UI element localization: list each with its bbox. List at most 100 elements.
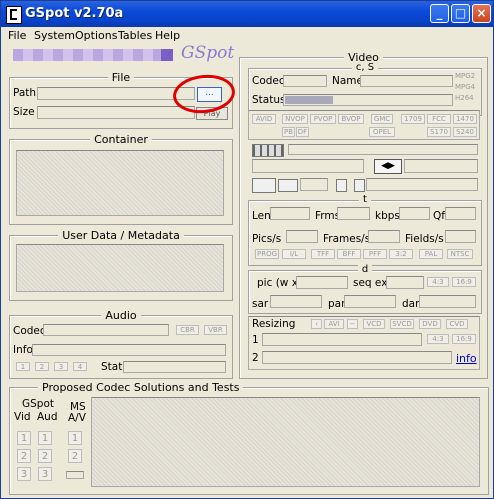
proposed-group: Proposed Codec Solutions and Tests GSpot… [9,381,489,495]
path-field[interactable] [37,87,195,100]
frames-label: Frames/s [323,233,371,245]
resize-dvd[interactable]: DVD [419,319,441,329]
video-cs-title: c, S [351,62,379,73]
flag-avid: AVID [252,114,276,124]
av-column-label: A/V [68,412,86,424]
path-label: Path [13,87,37,99]
gspot-vid-3[interactable]: 3 [17,467,31,481]
info-link[interactable]: info [456,352,477,365]
vid-column-label: Vid [14,411,31,423]
flag-gmc: GMC [371,114,393,124]
video-status-bar [285,96,333,104]
audio-codec-label: Codec [13,325,46,337]
ms-av-3-slot [66,471,84,479]
flag-s240: S240 [453,127,477,137]
frame-i2-icon [354,179,365,192]
dar-field [419,295,476,308]
flag-prog: PROG [255,249,279,259]
flag-1709: 1709 [401,114,425,124]
fields-label: Fields/s [405,233,444,245]
userdata-group: User Data / Metadata [9,229,233,301]
resize-svcd[interactable]: SVCD [390,319,414,329]
resize-cvd[interactable]: CVD [446,319,468,329]
audio-group-title: Audio [101,309,141,322]
flag-ntsc: NTSC [447,249,473,259]
gspot-aud-2[interactable]: 2 [38,449,52,463]
maximize-icon: □ [454,6,467,20]
audio-channel-4[interactable]: 4 [73,362,87,371]
gspot-vid-1[interactable]: 1 [17,431,31,445]
menu-system[interactable]: System [34,29,75,42]
audio-channel-3[interactable]: 3 [54,362,68,371]
flag-fcc: FCC [427,114,451,124]
video-cs-subgroup: c, S Codec Name MPG2 MPG4 H264 Status [248,62,482,116]
container-group-title: Container [90,133,152,146]
frame-right-field [404,159,478,173]
codec-type-h264: H264 [455,94,474,102]
flag-1470: 1470 [453,114,477,124]
resize-prev-button[interactable]: ‹ [311,319,322,329]
len-label: Len [252,210,271,222]
gspot-column-label: GSpot [22,398,55,410]
maximize-button[interactable]: □ [451,4,470,23]
resize-minus-button[interactable]: − [347,319,358,329]
qf-field [445,207,476,220]
gspot-logo: GSpot [181,43,235,63]
close-icon: × [476,6,487,20]
title-bar[interactable]: GSpot v2.70a _ □ × [1,1,493,27]
flag-32: 3:2 [389,249,413,259]
resize-avi[interactable]: AVI [324,319,344,329]
window-title: GSpot v2.70a [25,6,124,21]
pics-label: Pics/s [252,233,282,245]
par-field [344,295,396,308]
audio-channel-2[interactable]: 2 [35,362,49,371]
swap-icon[interactable]: ◀▶ [374,159,402,174]
frame-left-field [252,159,364,173]
flag-pff: PFF [363,249,387,259]
resize-aspect-4-3: 4:3 [427,334,449,344]
proposed-group-title: Proposed Codec Solutions and Tests [38,381,244,394]
minimize-button[interactable]: _ [430,4,449,23]
resize-row1-field [262,333,422,346]
audio-info-label: Info [13,344,33,356]
pics-field [286,230,318,243]
menu-tables[interactable]: Tables [118,29,152,42]
sar-label: sar [252,298,269,310]
video-name-field [360,75,453,87]
ms-av-1[interactable]: 1 [68,431,82,445]
seqext-field [386,276,424,289]
flag-nvop: NVOP [282,114,308,124]
menu-file[interactable]: File [8,29,26,42]
container-group: Container [9,133,233,225]
gspot-aud-1[interactable]: 1 [38,431,52,445]
audio-channel-1[interactable]: 1 [16,362,30,371]
flag-pvop: PVOP [310,114,336,124]
video-t-title: t [359,194,371,205]
menu-help[interactable]: Help [155,29,180,42]
resize-aspect-16-9: 16:9 [452,334,476,344]
resize-vcd[interactable]: VCD [363,319,385,329]
frame-i-field [366,178,478,191]
dar-label: dar [402,298,420,310]
flag-tff: TFF [311,249,335,259]
audio-stat-label: Stat [101,361,123,373]
container-info-area [16,150,224,216]
close-button[interactable]: × [472,4,491,23]
aspect-4-3: 4:3 [427,277,449,287]
len-field [270,207,310,220]
resizing-box: Resizing ‹ AVI − VCD SVCD DVD CVD 1 4:3 … [248,316,480,370]
menu-options[interactable]: Options [75,29,117,42]
codec-type-mpg4: MPG4 [455,83,476,91]
flag-df: DF [296,127,309,137]
gspot-aud-3[interactable]: 3 [38,467,52,481]
ms-av-2[interactable]: 2 [68,449,82,463]
video-name-label: Name [332,75,363,87]
userdata-group-title: User Data / Metadata [58,229,184,242]
frame-i-icon [336,179,347,192]
video-codec-field [283,75,327,87]
gspot-vid-2[interactable]: 2 [17,449,31,463]
frame-b-icon [278,179,298,192]
frms-field [337,207,370,220]
video-group: Video c, S Codec Name MPG2 MPG4 H264 Sta… [239,51,488,379]
frame-shape-icon [252,178,276,193]
